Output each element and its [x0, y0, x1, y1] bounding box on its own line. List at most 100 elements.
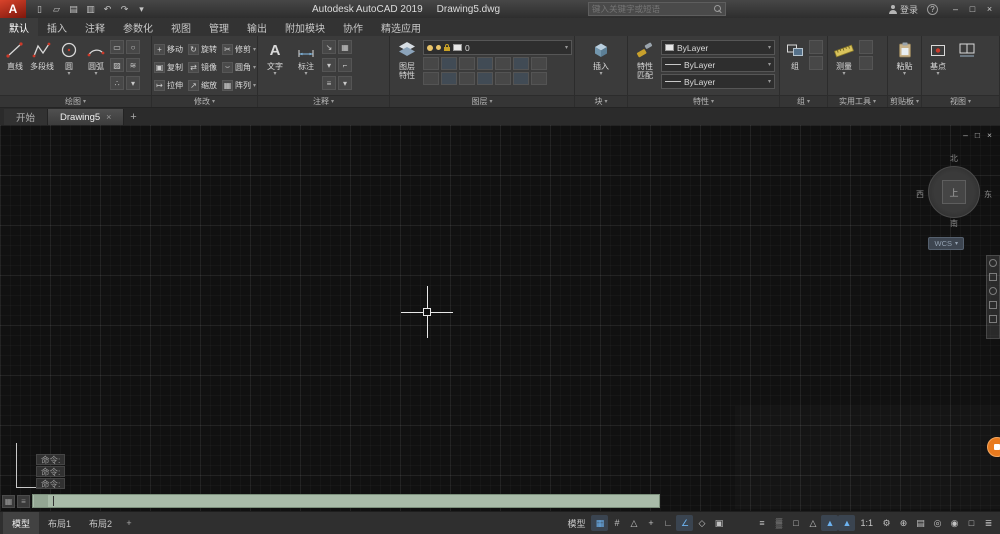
- layer-tool-icon[interactable]: [441, 57, 457, 70]
- draw-more-icon[interactable]: ▾: [126, 76, 140, 90]
- showmotion-icon[interactable]: [989, 315, 997, 323]
- new-layout-button[interactable]: +: [121, 512, 137, 534]
- quick-properties-icon[interactable]: ▤: [912, 515, 929, 531]
- polyline-button[interactable]: 多段线: [29, 38, 55, 95]
- clean-screen-icon[interactable]: □: [963, 515, 980, 531]
- file-tab-drawing5[interactable]: Drawing5 ×: [48, 109, 125, 125]
- save-icon[interactable]: ▤: [66, 2, 81, 16]
- quick-calc-icon[interactable]: [859, 56, 873, 70]
- group-button[interactable]: 组: [782, 38, 808, 95]
- clipboard-panel-footer[interactable]: 剪贴板: [888, 95, 921, 107]
- lock-ui-icon[interactable]: ◎: [929, 515, 946, 531]
- linetype-dropdown[interactable]: ByLayer: [661, 57, 775, 72]
- annotation-monitor-icon[interactable]: ⊕: [895, 515, 912, 531]
- layer-tool-icon[interactable]: [531, 57, 547, 70]
- notification-badge-icon[interactable]: [987, 437, 1000, 457]
- drawing-area[interactable]: – □ × 北 上 南 西 东 WCS ▾ 命令: 命令: 命令: ▦ ≡: [0, 125, 1000, 511]
- layer-tool-icon[interactable]: [495, 72, 511, 85]
- dynamic-input-icon[interactable]: +: [642, 515, 659, 531]
- ribbon-tab-collaborate[interactable]: 协作: [334, 18, 372, 36]
- ribbon-tab-output[interactable]: 输出: [238, 18, 276, 36]
- layers-panel-footer[interactable]: 图层: [390, 95, 574, 107]
- layer-tool-icon[interactable]: [477, 72, 493, 85]
- command-customize-icon[interactable]: ≡: [17, 494, 30, 508]
- file-tab-start[interactable]: 开始: [4, 109, 49, 125]
- ortho-icon[interactable]: ∟: [659, 515, 676, 531]
- ellipse-icon[interactable]: ○: [126, 40, 140, 54]
- ribbon-tab-view[interactable]: 视图: [162, 18, 200, 36]
- layer-freeze-icon[interactable]: [436, 45, 441, 50]
- workspace-gear-icon[interactable]: ⚙: [878, 515, 895, 531]
- text-style-icon[interactable]: ▾: [322, 58, 336, 72]
- layer-on-icon[interactable]: [427, 44, 433, 51]
- annotation-visibility-icon[interactable]: ▲: [821, 515, 839, 531]
- scale-button[interactable]: ↗ 缩放: [188, 76, 222, 94]
- lineweight-dropdown[interactable]: ByLayer: [661, 74, 775, 89]
- ribbon-tab-featured-apps[interactable]: 精选应用: [372, 18, 430, 36]
- utilities-panel-footer[interactable]: 实用工具: [828, 95, 887, 107]
- maximize-button[interactable]: □: [964, 0, 981, 18]
- measure-button[interactable]: 测量: [830, 38, 858, 95]
- group-edit-icon[interactable]: [809, 56, 823, 70]
- snap-icon[interactable]: #: [608, 515, 625, 531]
- selection-cycling-icon[interactable]: □: [787, 515, 804, 531]
- array-button[interactable]: ▦ 阵列: [222, 76, 255, 94]
- undo-icon[interactable]: ↶: [100, 2, 115, 16]
- mirror-button[interactable]: ⇄ 镜像: [188, 58, 222, 76]
- osnap-icon[interactable]: ▣: [710, 515, 727, 531]
- layout2-tab[interactable]: 布局2: [80, 512, 121, 534]
- pan-icon[interactable]: [989, 273, 997, 281]
- move-button[interactable]: + 移动: [154, 40, 188, 58]
- command-grip-icon[interactable]: ▦: [2, 494, 15, 508]
- circle-button[interactable]: 圆: [56, 38, 82, 95]
- trim-button[interactable]: ✂ 修剪: [222, 40, 255, 58]
- layout1-tab[interactable]: 布局1: [39, 512, 80, 534]
- lineweight-icon[interactable]: ≡: [753, 515, 770, 531]
- modify-panel-footer[interactable]: 修改: [152, 95, 257, 107]
- layer-tool-icon[interactable]: [459, 57, 475, 70]
- command-input[interactable]: [32, 494, 660, 508]
- hatch-icon[interactable]: ▨: [110, 58, 124, 72]
- annotate-panel-footer[interactable]: 注释: [258, 95, 389, 107]
- grid-icon[interactable]: ▦: [591, 515, 609, 531]
- ungroup-icon[interactable]: [809, 40, 823, 54]
- arc-button[interactable]: 圆弧: [83, 38, 109, 95]
- group-panel-footer[interactable]: 组: [780, 95, 827, 107]
- dimension-button[interactable]: 标注: [291, 38, 321, 95]
- annotate-more-icon[interactable]: ▾: [338, 76, 352, 90]
- search-input[interactable]: [592, 4, 711, 14]
- layer-color-swatch[interactable]: [453, 44, 462, 51]
- doc-close-icon[interactable]: ×: [987, 130, 992, 140]
- layer-tool-icon[interactable]: [459, 72, 475, 85]
- draw-panel-footer[interactable]: 绘图: [0, 95, 151, 107]
- customize-icon[interactable]: ≣: [980, 515, 997, 531]
- layer-lock-icon[interactable]: [444, 44, 450, 51]
- infocenter-search[interactable]: [588, 2, 726, 16]
- close-tab-icon[interactable]: ×: [106, 112, 111, 122]
- orbit-icon[interactable]: [989, 301, 997, 309]
- plot-icon[interactable]: ▥: [83, 2, 98, 16]
- qat-customize-icon[interactable]: ▾: [134, 2, 149, 16]
- viewcube[interactable]: 北 上 南 西 东: [916, 153, 992, 231]
- model-tab[interactable]: 模型: [3, 512, 40, 534]
- view-panel-footer[interactable]: 视图: [922, 95, 999, 107]
- block-panel-footer[interactable]: 块: [575, 95, 627, 107]
- layer-tool-icon[interactable]: [441, 72, 457, 85]
- centerline-icon[interactable]: ≡: [322, 76, 336, 90]
- fillet-button[interactable]: ⌣ 圆角: [222, 58, 255, 76]
- open-file-icon[interactable]: ▱: [49, 2, 64, 16]
- polar-tracking-icon[interactable]: ∠: [676, 515, 694, 531]
- autoscale-icon[interactable]: ▲: [838, 515, 856, 531]
- rotate-button[interactable]: ↻ 旋转: [188, 40, 222, 58]
- close-button[interactable]: ×: [981, 0, 998, 18]
- ucs-dropdown[interactable]: WCS: [928, 237, 964, 250]
- ribbon-tab-addins[interactable]: 附加模块: [276, 18, 334, 36]
- navigation-wheel-icon[interactable]: [989, 259, 997, 267]
- layer-tool-icon[interactable]: [423, 72, 439, 85]
- layer-properties-button[interactable]: 图层 特性: [392, 38, 422, 95]
- layer-tool-icon[interactable]: [531, 72, 547, 85]
- app-menu-button[interactable]: A: [0, 0, 26, 18]
- viewcube-north[interactable]: 北: [950, 153, 958, 164]
- ribbon-tab-insert[interactable]: 插入: [38, 18, 76, 36]
- model-space-toggle[interactable]: 模型: [561, 517, 591, 530]
